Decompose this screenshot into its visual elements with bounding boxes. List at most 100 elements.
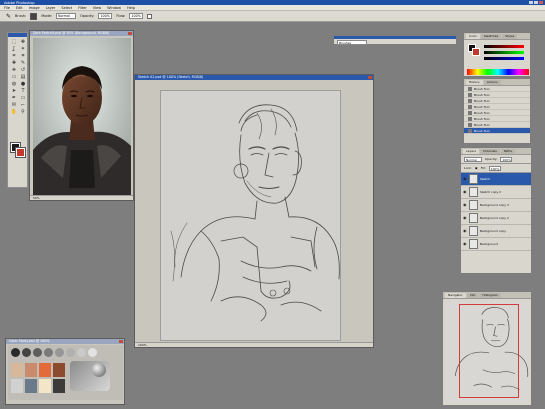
maximize-icon[interactable] xyxy=(534,1,538,4)
tab-history[interactable]: History xyxy=(466,80,483,85)
notes-icon[interactable]: ✉ xyxy=(10,102,18,108)
eye-icon[interactable]: ◉ xyxy=(463,203,467,207)
layer-row[interactable]: ◉ Background copy xyxy=(461,225,531,238)
menu-select[interactable]: Select xyxy=(61,5,72,11)
background-color-swatch[interactable] xyxy=(15,147,26,158)
tab-histogram[interactable]: Histogram xyxy=(479,293,501,298)
menu-filter[interactable]: Filter xyxy=(78,5,87,11)
slice-icon[interactable]: ⌗ xyxy=(19,53,27,59)
gray-swatch xyxy=(77,348,86,357)
tab-navigator[interactable]: Navigator xyxy=(445,293,466,298)
history-brush-icon[interactable]: ↺ xyxy=(19,67,27,73)
zoom-icon[interactable]: ⚲ xyxy=(19,109,27,115)
sketch-canvas[interactable] xyxy=(160,90,341,341)
mode-select[interactable]: Normal xyxy=(56,13,77,19)
blue-slider[interactable] xyxy=(484,57,524,60)
close-icon[interactable] xyxy=(128,32,132,35)
eye-icon[interactable]: ◉ xyxy=(463,190,467,194)
eye-icon[interactable]: ◉ xyxy=(463,242,467,246)
tab-info[interactable]: Info xyxy=(466,293,479,298)
healing-icon[interactable]: ✚ xyxy=(10,60,18,66)
menu-file[interactable]: File xyxy=(4,5,10,11)
layer-row[interactable]: ◉ Background xyxy=(461,238,531,251)
document-window-color-study[interactable]: Color Study.psd @ 100% xyxy=(5,338,125,405)
document-window-sketch[interactable]: Sketch 02.psd @ 100% (Sketch, RGB/8) 100… xyxy=(134,74,374,348)
tab-styles[interactable]: Styles xyxy=(502,34,518,39)
hand-icon[interactable]: ✋ xyxy=(10,109,18,115)
flow-field[interactable]: 100% xyxy=(129,13,144,19)
document-title-sketch[interactable]: Sketch 02.psd @ 100% (Sketch, RGB/8) xyxy=(135,75,373,80)
history-item[interactable]: Brush Tool xyxy=(464,128,530,134)
eye-icon[interactable]: ◉ xyxy=(463,229,467,233)
gradient-icon[interactable]: ▤ xyxy=(19,74,27,80)
gray-swatch xyxy=(11,348,20,357)
layer-row[interactable]: ◉ Sketch xyxy=(461,173,531,186)
menu-edit[interactable]: Edit xyxy=(16,5,23,11)
blur-icon[interactable]: ◍ xyxy=(10,81,18,87)
palette-well-grip[interactable] xyxy=(334,36,456,39)
red-slider[interactable] xyxy=(484,45,524,48)
fill-label: Fill: xyxy=(480,166,486,170)
document-title-portrait[interactable]: Dark Portrait.psd @ 50% (Background, RGB… xyxy=(30,31,133,36)
gray-swatch xyxy=(55,348,64,357)
tab-paths[interactable]: Paths xyxy=(500,149,515,154)
layer-opacity-field[interactable]: 100% xyxy=(500,156,513,162)
path-select-icon[interactable]: ➤ xyxy=(10,88,18,94)
fill-field[interactable]: 100% xyxy=(488,165,501,171)
layer-thumbnail xyxy=(469,200,478,210)
minimize-icon[interactable] xyxy=(529,1,533,4)
lock-icon[interactable]: ▣ xyxy=(475,166,478,170)
color-ramp[interactable] xyxy=(467,69,529,75)
color-study-canvas[interactable] xyxy=(8,345,123,400)
brush-icon[interactable]: ✎ xyxy=(19,60,27,66)
tab-layers[interactable]: Layers xyxy=(463,149,479,154)
eraser-icon[interactable]: ▭ xyxy=(10,74,18,80)
layer-row[interactable]: ◉ Sketch copy 2 xyxy=(461,186,531,199)
eye-icon[interactable]: ◉ xyxy=(463,216,467,220)
brush-tool-icon[interactable]: ✎ xyxy=(6,13,11,20)
close-icon[interactable] xyxy=(368,76,372,79)
gray-swatch xyxy=(33,348,42,357)
airbrush-toggle[interactable] xyxy=(147,13,153,19)
menu-view[interactable]: View xyxy=(93,5,101,11)
tab-channels[interactable]: Channels xyxy=(479,149,500,154)
navigator-view-box[interactable] xyxy=(459,304,519,398)
tab-actions[interactable]: Actions xyxy=(483,80,501,85)
type-icon[interactable]: T xyxy=(19,88,27,94)
lasso-icon[interactable]: ʆ xyxy=(10,46,18,52)
portrait-canvas[interactable] xyxy=(33,38,131,195)
eye-icon[interactable]: ◉ xyxy=(463,177,467,181)
tab-swatches[interactable]: Swatches xyxy=(480,34,502,39)
brush-label: Brush: xyxy=(15,14,27,18)
marquee-icon[interactable]: ⬚ xyxy=(10,39,18,45)
color-panel-background[interactable] xyxy=(472,48,480,56)
menu-image[interactable]: Image xyxy=(29,5,40,11)
pen-icon[interactable]: ✒ xyxy=(10,95,18,101)
tab-color[interactable]: Color xyxy=(466,34,480,39)
document-title-color-study[interactable]: Color Study.psd @ 100% xyxy=(6,339,124,344)
layer-row[interactable]: ◉ Background copy 3 xyxy=(461,199,531,212)
brush-preset-picker[interactable] xyxy=(30,12,38,20)
menu-help[interactable]: Help xyxy=(127,5,135,11)
magic-wand-icon[interactable]: ✶ xyxy=(19,46,27,52)
close-icon[interactable] xyxy=(539,1,543,4)
shape-icon[interactable]: ▭ xyxy=(19,95,27,101)
green-slider[interactable] xyxy=(484,51,524,54)
menu-window[interactable]: Window xyxy=(107,5,121,11)
opacity-field[interactable]: 100% xyxy=(98,13,113,19)
eyedropper-icon[interactable]: ⌐ xyxy=(19,102,27,108)
blend-mode-select[interactable]: Normal xyxy=(464,156,482,162)
layer-name: Background copy 2 xyxy=(480,216,509,220)
document-window-portrait[interactable]: Dark Portrait.psd @ 50% (Background, RGB… xyxy=(29,30,134,201)
navigator-preview[interactable] xyxy=(446,302,529,402)
dodge-icon[interactable]: ● xyxy=(19,81,27,87)
brushes-tab[interactable]: Brushes xyxy=(337,40,367,45)
skin-swatch-grid xyxy=(11,363,65,393)
move-icon[interactable]: ✥ xyxy=(19,39,27,45)
stamp-icon[interactable]: ⎈ xyxy=(10,67,18,73)
close-icon[interactable] xyxy=(119,340,123,343)
menu-layer[interactable]: Layer xyxy=(46,5,56,11)
gray-swatch xyxy=(66,348,75,357)
layer-row[interactable]: ◉ Background copy 2 xyxy=(461,212,531,225)
crop-icon[interactable]: ⌗ xyxy=(10,53,18,59)
